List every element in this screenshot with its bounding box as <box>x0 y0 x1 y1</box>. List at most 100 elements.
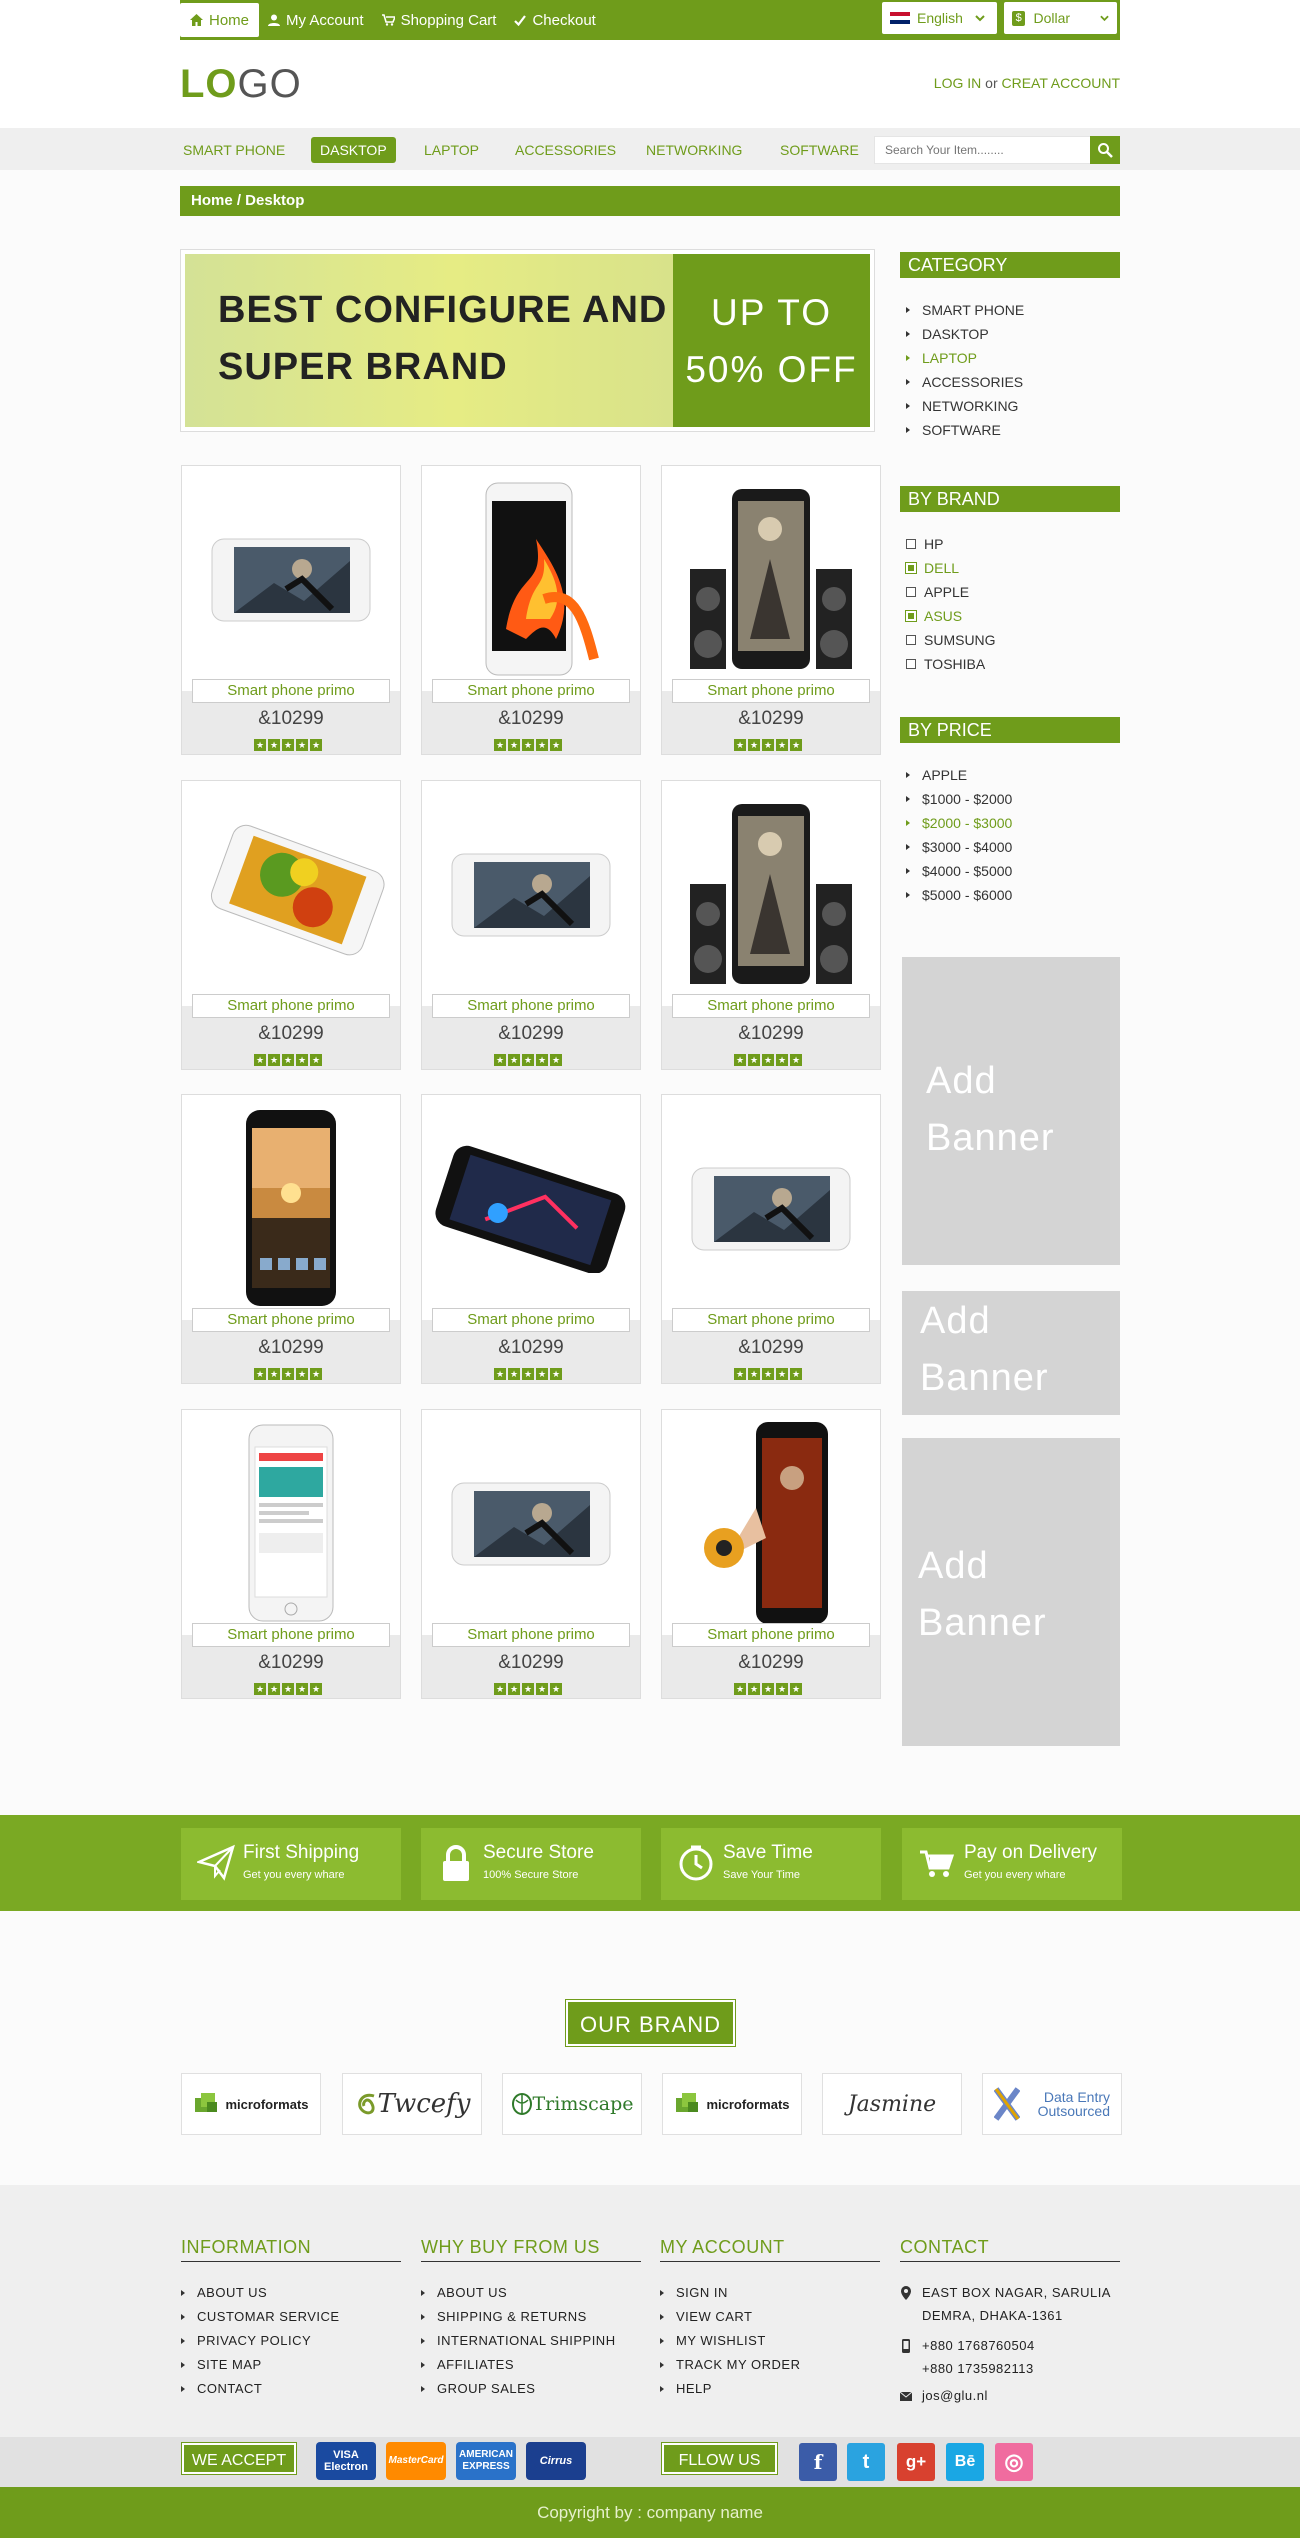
brand-logo[interactable]: Trimscape <box>502 2073 642 2135</box>
category-item[interactable]: DASKTOP <box>906 322 1024 346</box>
product-name[interactable]: Smart phone primo <box>672 1623 870 1647</box>
category-item[interactable]: SMART PHONE <box>906 298 1024 322</box>
google-plus-icon[interactable]: g+ <box>897 2443 935 2481</box>
product-image[interactable] <box>182 1095 400 1320</box>
checkbox[interactable] <box>906 539 916 549</box>
product-card[interactable]: Smart phone primo &10299 ★ ★ ★ ★ ★ <box>421 780 641 1070</box>
price-item[interactable]: APPLE <box>906 763 1012 787</box>
footer-link[interactable]: ABOUT US <box>421 2281 616 2305</box>
price-item[interactable]: $4000 - $5000 <box>906 859 1012 883</box>
checkbox[interactable] <box>906 635 916 645</box>
product-name[interactable]: Smart phone primo <box>672 1308 870 1332</box>
brand-filter-item[interactable]: DELL <box>905 556 996 580</box>
product-card[interactable]: Smart phone primo &10299 ★ ★ ★ ★ ★ <box>661 780 881 1070</box>
product-image[interactable] <box>182 466 400 691</box>
footer-link[interactable]: CONTACT <box>181 2377 340 2401</box>
price-item[interactable]: $1000 - $2000 <box>906 787 1012 811</box>
product-card[interactable]: Smart phone primo &10299 ★ ★ ★ ★ ★ <box>181 780 401 1070</box>
footer-link[interactable]: SHIPPING & RETURNS <box>421 2305 616 2329</box>
product-card[interactable]: Smart phone primo &10299 ★ ★ ★ ★ ★ <box>421 1409 641 1699</box>
footer-link[interactable]: SITE MAP <box>181 2353 340 2377</box>
language-select[interactable]: English <box>882 2 997 34</box>
product-card[interactable]: Smart phone primo &10299 ★ ★ ★ ★ ★ <box>661 465 881 755</box>
checkbox[interactable] <box>905 610 917 622</box>
search-button[interactable] <box>1090 136 1120 164</box>
brand-logo[interactable]: Twcefy <box>342 2073 482 2135</box>
product-name[interactable]: Smart phone primo <box>192 679 390 703</box>
top-nav-checkout[interactable]: Checkout <box>505 0 604 40</box>
twitter-icon[interactable]: t <box>847 2443 885 2481</box>
category-item[interactable]: NETWORKING <box>906 394 1024 418</box>
search-input[interactable] <box>874 136 1092 164</box>
checkbox[interactable] <box>905 562 917 574</box>
product-name[interactable]: Smart phone primo <box>432 1308 630 1332</box>
nav-laptop[interactable]: LAPTOP <box>415 137 488 163</box>
behance-icon[interactable]: Bē <box>946 2443 984 2481</box>
brand-filter-item[interactable]: APPLE <box>906 580 996 604</box>
product-image[interactable] <box>422 781 640 1006</box>
footer-link[interactable]: SIGN IN <box>660 2281 801 2305</box>
brand-filter-item[interactable]: SUMSUNG <box>906 628 996 652</box>
product-image[interactable] <box>422 1410 640 1635</box>
product-image[interactable] <box>662 1095 880 1320</box>
product-name[interactable]: Smart phone primo <box>672 679 870 703</box>
login-link[interactable]: LOG IN <box>934 75 981 91</box>
dribbble-icon[interactable]: ◎ <box>995 2443 1033 2481</box>
brand-logo[interactable]: Data Entry Outsourced <box>982 2073 1122 2135</box>
top-nav-home[interactable]: Home <box>180 3 260 37</box>
currency-select[interactable]: $ Dollar <box>1004 2 1117 34</box>
product-card[interactable]: Smart phone primo &10299 ★ ★ ★ ★ ★ <box>181 1094 401 1384</box>
ad-banner[interactable]: Add Banner <box>902 1438 1120 1746</box>
footer-link[interactable]: CUSTOMAR SERVICE <box>181 2305 340 2329</box>
product-name[interactable]: Smart phone primo <box>192 994 390 1018</box>
product-image[interactable] <box>662 781 880 1006</box>
category-item[interactable]: SOFTWARE <box>906 418 1024 442</box>
product-name[interactable]: Smart phone primo <box>192 1308 390 1332</box>
feature-box[interactable]: First Shipping Get you every whare <box>181 1828 401 1900</box>
product-card[interactable]: Smart phone primo &10299 ★ ★ ★ ★ ★ <box>661 1094 881 1384</box>
footer-link[interactable]: PRIVACY POLICY <box>181 2329 340 2353</box>
nav-smart-phone[interactable]: SMART PHONE <box>174 137 294 163</box>
nav-accessories[interactable]: ACCESSORIES <box>506 137 625 163</box>
price-item[interactable]: $5000 - $6000 <box>906 883 1012 907</box>
price-item[interactable]: $2000 - $3000 <box>906 811 1012 835</box>
category-item[interactable]: LAPTOP <box>906 346 1024 370</box>
logo[interactable]: LOGO <box>180 64 302 104</box>
product-card[interactable]: Smart phone primo &10299 ★ ★ ★ ★ ★ <box>181 465 401 755</box>
checkbox[interactable] <box>906 659 916 669</box>
nav-dasktop[interactable]: DASKTOP <box>311 137 396 163</box>
product-name[interactable]: Smart phone primo <box>432 994 630 1018</box>
contact-email[interactable]: jos@glu.nl <box>922 2384 988 2407</box>
brand-logo[interactable]: Jasmine <box>822 2073 962 2135</box>
brand-filter-item[interactable]: ASUS <box>905 604 996 628</box>
footer-link[interactable]: MY WISHLIST <box>660 2329 801 2353</box>
facebook-icon[interactable]: f <box>799 2443 837 2481</box>
create-account-link[interactable]: CREAT ACCOUNT <box>1002 75 1121 91</box>
category-item[interactable]: ACCESSORIES <box>906 370 1024 394</box>
product-name[interactable]: Smart phone primo <box>432 679 630 703</box>
top-nav-shopping-cart[interactable]: Shopping Cart <box>373 0 506 40</box>
footer-link[interactable]: GROUP SALES <box>421 2377 616 2401</box>
footer-link[interactable]: HELP <box>660 2377 801 2401</box>
footer-link[interactable]: INTERNATIONAL SHIPPINH <box>421 2329 616 2353</box>
feature-box[interactable]: Pay on Delivery Get you every whare <box>902 1828 1122 1900</box>
product-name[interactable]: Smart phone primo <box>192 1623 390 1647</box>
ad-banner[interactable]: Add Banner <box>902 1291 1120 1415</box>
top-nav-my-account[interactable]: My Account <box>259 0 373 40</box>
brand-logo[interactable]: microformats <box>181 2073 321 2135</box>
nav-networking[interactable]: NETWORKING <box>637 137 751 163</box>
product-name[interactable]: Smart phone primo <box>432 1623 630 1647</box>
footer-link[interactable]: VIEW CART <box>660 2305 801 2329</box>
feature-box[interactable]: Save Time Save Your Time <box>661 1828 881 1900</box>
product-image[interactable] <box>182 781 400 1006</box>
product-name[interactable]: Smart phone primo <box>672 994 870 1018</box>
product-card[interactable]: Smart phone primo &10299 ★ ★ ★ ★ ★ <box>421 465 641 755</box>
ad-banner[interactable]: Add Banner <box>902 957 1120 1265</box>
product-image[interactable] <box>662 1410 880 1635</box>
product-image[interactable] <box>182 1410 400 1635</box>
footer-link[interactable]: TRACK MY ORDER <box>660 2353 801 2377</box>
price-item[interactable]: $3000 - $4000 <box>906 835 1012 859</box>
product-image[interactable] <box>662 466 880 691</box>
product-card[interactable]: Smart phone primo &10299 ★ ★ ★ ★ ★ <box>661 1409 881 1699</box>
feature-box[interactable]: Secure Store 100% Secure Store <box>421 1828 641 1900</box>
